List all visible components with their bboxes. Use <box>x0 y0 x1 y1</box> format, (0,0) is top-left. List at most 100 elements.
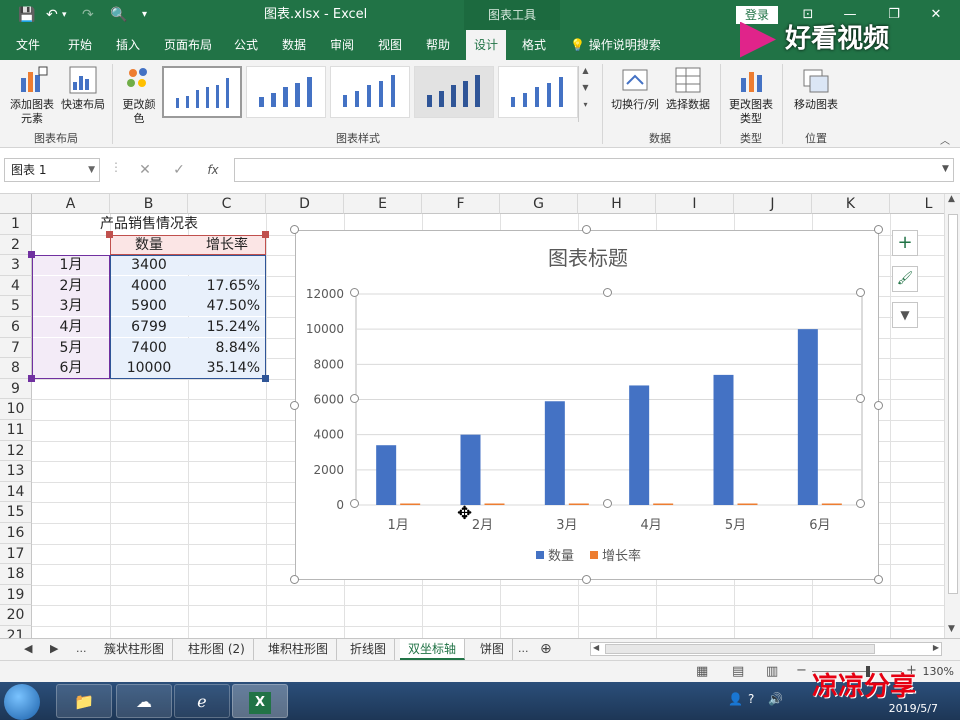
column-header[interactable]: G <box>500 194 578 214</box>
column-header[interactable]: E <box>344 194 422 214</box>
sheet-tab[interactable]: 堆积柱形图 <box>260 639 338 660</box>
tab-format[interactable]: 格式 <box>514 30 554 60</box>
page-layout-view-icon[interactable]: ▤ <box>732 664 744 679</box>
gallery-scroll[interactable]: ▲ ▼ ▾ <box>578 66 592 122</box>
gallery-more-icon[interactable]: ▾ <box>579 100 592 109</box>
chart-styles-button[interactable]: 🖌 <box>892 266 918 292</box>
resize-handle[interactable] <box>290 575 299 584</box>
row-header[interactable]: 12 <box>0 440 32 462</box>
sheet-tab[interactable]: 簇状柱形图 <box>96 639 174 660</box>
row-header[interactable]: 17 <box>0 543 32 565</box>
gallery-up-icon[interactable]: ▲ <box>579 66 592 75</box>
page-break-view-icon[interactable]: ▥ <box>766 664 778 679</box>
plot-resize-handle[interactable] <box>350 288 359 297</box>
tab-home[interactable]: 开始 <box>60 30 100 60</box>
customize-quick-access-icon[interactable]: ▾ <box>142 6 147 24</box>
plot-resize-handle[interactable] <box>603 499 612 508</box>
browser-icon[interactable]: ℯ <box>174 684 230 718</box>
row-header[interactable]: 4 <box>0 275 32 297</box>
chart-style-4[interactable] <box>414 66 494 118</box>
normal-view-icon[interactable]: ▦ <box>696 664 708 679</box>
bar-quantity[interactable] <box>460 434 481 505</box>
clock-date[interactable]: 2019/5/7 <box>889 702 938 715</box>
row-header[interactable]: 7 <box>0 337 32 359</box>
column-header[interactable]: B <box>110 194 188 214</box>
save-icon[interactable]: 💾 <box>18 6 35 24</box>
plot-resize-handle[interactable] <box>856 288 865 297</box>
print-preview-icon[interactable]: 🔍 <box>110 6 127 24</box>
vertical-scrollbar[interactable]: ▲ ▼ <box>944 194 960 638</box>
column-header[interactable]: K <box>812 194 890 214</box>
zoom-out-icon[interactable]: − <box>796 663 807 678</box>
insert-function-button[interactable]: fx <box>198 158 228 182</box>
more-sheets-right[interactable]: ... <box>518 639 529 660</box>
volume-tray-icon[interactable]: 🔊 <box>768 692 783 706</box>
bar-quantity[interactable] <box>629 385 650 505</box>
more-sheets-left[interactable]: ... <box>76 639 87 660</box>
plot-resize-handle[interactable] <box>350 499 359 508</box>
undo-icon[interactable]: ↶ <box>46 6 58 24</box>
tab-insert[interactable]: 插入 <box>108 30 148 60</box>
row-header[interactable]: 19 <box>0 584 32 606</box>
scroll-left-icon[interactable]: ◀ <box>593 643 599 652</box>
confirm-formula-button[interactable]: ✓ <box>164 158 194 182</box>
bar-quantity[interactable] <box>376 445 397 505</box>
tell-me-search[interactable]: 💡 操作说明搜索 <box>570 30 661 60</box>
tab-view[interactable]: 视图 <box>370 30 410 60</box>
tab-formulas[interactable]: 公式 <box>226 30 266 60</box>
chart-filters-button[interactable]: ▼ <box>892 302 918 328</box>
row-header[interactable]: 15 <box>0 502 32 523</box>
row-header[interactable]: 13 <box>0 461 32 482</box>
name-box[interactable]: 图表 1 ▼ <box>4 158 100 182</box>
select-data-button[interactable]: 选择数据 <box>664 64 712 112</box>
bar-growth-rate[interactable] <box>568 503 589 506</box>
bar-quantity[interactable] <box>544 401 565 505</box>
bar-growth-rate[interactable] <box>821 503 842 506</box>
undo-dropdown-icon[interactable]: ▾ <box>62 6 67 24</box>
resize-handle[interactable] <box>874 225 883 234</box>
name-box-dropdown-icon[interactable]: ▼ <box>88 159 95 181</box>
row-header[interactable]: 16 <box>0 523 32 544</box>
next-sheet-icon[interactable]: ▶ <box>50 639 58 660</box>
start-button[interactable] <box>4 684 40 720</box>
range-handle[interactable] <box>28 251 35 258</box>
row-header[interactable]: 20 <box>0 605 32 626</box>
expand-formula-bar-icon[interactable]: ▼ <box>942 164 949 174</box>
scroll-thumb[interactable] <box>948 214 958 594</box>
range-handle[interactable] <box>106 231 113 238</box>
tab-review[interactable]: 审阅 <box>322 30 362 60</box>
horizontal-scroll-thumb[interactable] <box>605 644 875 654</box>
plot-resize-handle[interactable] <box>350 394 359 403</box>
chart-style-1[interactable] <box>162 66 242 118</box>
change-chart-type-button[interactable]: 更改图表类型 <box>726 64 776 126</box>
redo-icon[interactable]: ↷ <box>82 6 94 24</box>
bar-quantity[interactable] <box>797 329 818 505</box>
plot-resize-handle[interactable] <box>856 394 865 403</box>
sheet-tab[interactable]: 饼图 <box>472 639 514 660</box>
row-header[interactable]: 3 <box>0 255 32 276</box>
bar-quantity[interactable] <box>713 374 734 505</box>
prev-sheet-icon[interactable]: ◀ <box>24 639 32 660</box>
horizontal-scrollbar[interactable]: ◀ ▶ <box>590 642 942 656</box>
resize-handle[interactable] <box>874 401 883 410</box>
row-header[interactable]: 1 <box>0 214 32 235</box>
chart-style-5[interactable] <box>498 66 578 118</box>
bar-growth-rate[interactable] <box>653 503 674 506</box>
row-header[interactable]: 10 <box>0 399 32 420</box>
sheet-tab-active[interactable]: 双坐标轴 <box>400 639 466 660</box>
table-title[interactable]: 产品销售情况表 <box>32 214 266 234</box>
column-header[interactable]: H <box>578 194 656 214</box>
range-handle[interactable] <box>262 375 269 382</box>
tab-data[interactable]: 数据 <box>274 30 314 60</box>
plot-resize-handle[interactable] <box>856 499 865 508</box>
legend-label[interactable]: 增长率 <box>602 548 641 564</box>
quick-layout-button[interactable]: 快速布局 <box>60 64 106 112</box>
bar-growth-rate[interactable] <box>737 503 758 506</box>
range-handle[interactable] <box>28 375 35 382</box>
plot-resize-handle[interactable] <box>603 288 612 297</box>
cloud-app-icon[interactable]: ☁ <box>116 684 172 718</box>
column-header[interactable]: D <box>266 194 344 214</box>
chart-style-2[interactable] <box>246 66 326 118</box>
resize-handle[interactable] <box>582 575 591 584</box>
chart-style-3[interactable] <box>330 66 410 118</box>
